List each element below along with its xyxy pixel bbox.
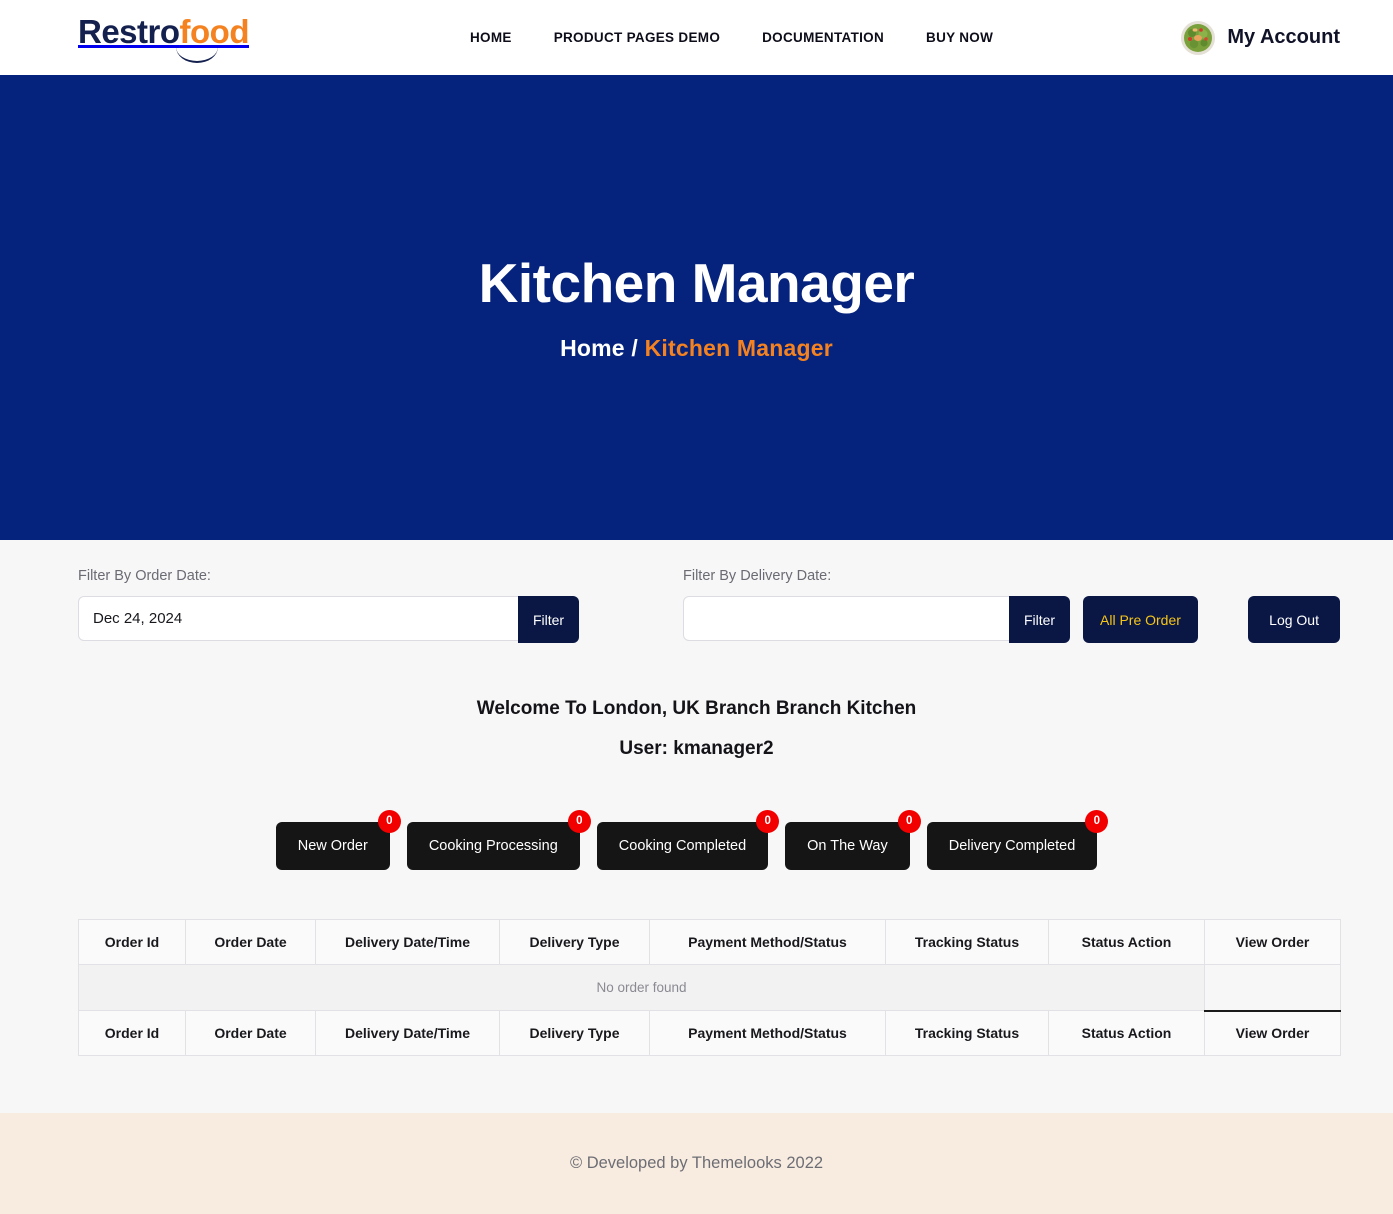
food-bowl-avatar-icon [1181, 20, 1216, 55]
status-button-cooking-completed[interactable]: Cooking Completed 0 [596, 810, 780, 870]
breadcrumb-current: Kitchen Manager [644, 335, 833, 362]
status-count-badge: 0 [1085, 810, 1109, 833]
order-date-filter-group: Filter By Order Date: Filter [78, 568, 579, 643]
top-navigation-bar: Restrofood HOME PRODUCT PAGES DEMO DOCUM… [0, 0, 1393, 75]
page-hero-banner: Kitchen Manager Home / Kitchen Manager [0, 75, 1393, 540]
logout-button[interactable]: Log Out [1248, 596, 1340, 643]
footer-column-delivery-date-time: Delivery Date/Time [315, 1010, 500, 1056]
all-pre-order-button[interactable]: All Pre Order [1083, 596, 1198, 643]
no-orders-message: No order found [78, 964, 1205, 1011]
logo-text-food: food [179, 13, 250, 50]
nav-item-buy-now[interactable]: BUY NOW [926, 30, 993, 45]
delivery-date-input[interactable] [683, 596, 1010, 641]
footer-column-view-order: View Order [1204, 1009, 1341, 1056]
page-footer: © Developed by Themelooks 2022 [0, 1113, 1393, 1214]
status-count-badge: 0 [897, 810, 921, 833]
welcome-user-text: User: kmanager2 [619, 738, 774, 759]
table-row-empty: No order found [78, 964, 1341, 1011]
status-button-label: Delivery Completed [948, 838, 1076, 854]
footer-column-payment-method-status: Payment Method/Status [649, 1010, 886, 1056]
page-title: Kitchen Manager [478, 251, 915, 314]
status-count-badge: 0 [567, 810, 591, 833]
logo-text-restro: Restro [78, 13, 180, 50]
main-content: Filter By Order Date: Filter Filter By D… [0, 540, 1393, 1113]
order-date-filter-button[interactable]: Filter [518, 596, 579, 643]
orders-table-body: No order found [78, 964, 1341, 1011]
welcome-branch-text: Welcome To London, UK Branch Branch Kitc… [476, 698, 917, 719]
column-header-tracking-status: Tracking Status [885, 919, 1049, 965]
table-header-row: Order Id Order Date Delivery Date/Time D… [78, 919, 1341, 965]
delivery-date-filter-group: Filter By Delivery Date: Filter All Pre … [683, 568, 1198, 643]
column-header-delivery-type: Delivery Type [499, 919, 650, 965]
logo-smile-icon [176, 47, 218, 63]
status-button-on-the-way[interactable]: On The Way 0 [785, 810, 921, 870]
footer-copyright-text: © Developed by Themelooks 2022 [569, 1154, 824, 1172]
orders-table: Order Id Order Date Delivery Date/Time D… [78, 919, 1341, 1056]
column-header-order-date: Order Date [185, 919, 316, 965]
delivery-date-filter-button[interactable]: Filter [1009, 596, 1070, 643]
orders-table-head: Order Id Order Date Delivery Date/Time D… [78, 919, 1341, 965]
orders-table-foot: Order Id Order Date Delivery Date/Time D… [78, 1009, 1341, 1056]
footer-column-order-id: Order Id [78, 1010, 186, 1056]
site-logo[interactable]: Restrofood [78, 13, 250, 63]
nav-item-product-pages-demo[interactable]: PRODUCT PAGES DEMO [554, 30, 720, 45]
status-button-new-order[interactable]: New Order 0 [275, 810, 401, 870]
status-button-label: Cooking Processing [428, 838, 558, 854]
breadcrumb: Home / Kitchen Manager [560, 335, 833, 362]
status-button-label: Cooking Completed [618, 838, 747, 854]
my-account-label: My Account [1227, 26, 1340, 48]
column-header-payment-method-status: Payment Method/Status [649, 919, 886, 965]
footer-column-order-date: Order Date [185, 1010, 316, 1056]
footer-column-status-action: Status Action [1048, 1010, 1205, 1056]
status-button-delivery-completed[interactable]: Delivery Completed 0 [926, 810, 1109, 870]
order-date-input[interactable] [78, 596, 519, 641]
filter-toolbar: Filter By Order Date: Filter Filter By D… [0, 540, 1393, 643]
order-date-filter-label: Filter By Order Date: [78, 568, 211, 584]
nav-item-documentation[interactable]: DOCUMENTATION [762, 30, 884, 45]
column-header-order-id: Order Id [78, 919, 186, 965]
status-count-badge: 0 [377, 810, 401, 833]
status-button-cooking-processing[interactable]: Cooking Processing 0 [406, 810, 591, 870]
table-footer-row: Order Id Order Date Delivery Date/Time D… [78, 1009, 1341, 1056]
footer-column-tracking-status: Tracking Status [885, 1010, 1049, 1056]
footer-column-delivery-type: Delivery Type [499, 1010, 650, 1056]
status-count-badge: 0 [756, 810, 780, 833]
nav-item-home[interactable]: HOME [470, 30, 512, 45]
main-nav: HOME PRODUCT PAGES DEMO DOCUMENTATION BU… [470, 0, 993, 75]
breadcrumb-home-link[interactable]: Home [560, 335, 625, 361]
column-header-delivery-date-time: Delivery Date/Time [315, 919, 500, 965]
order-status-filter-buttons: New Order 0 Cooking Processing 0 Cooking… [0, 810, 1393, 870]
breadcrumb-separator: / [631, 335, 638, 362]
welcome-message: Welcome To London, UK Branch Branch Kitc… [0, 698, 1393, 760]
empty-row-view-order-cell [1204, 964, 1341, 1011]
delivery-date-filter-label: Filter By Delivery Date: [683, 568, 832, 584]
status-button-label: New Order [297, 838, 368, 854]
column-header-view-order: View Order [1204, 919, 1341, 965]
my-account-menu[interactable]: My Account [1181, 0, 1340, 75]
status-button-label: On The Way [807, 838, 888, 854]
orders-table-container: Order Id Order Date Delivery Date/Time D… [78, 919, 1341, 1056]
column-header-status-action: Status Action [1048, 919, 1205, 965]
